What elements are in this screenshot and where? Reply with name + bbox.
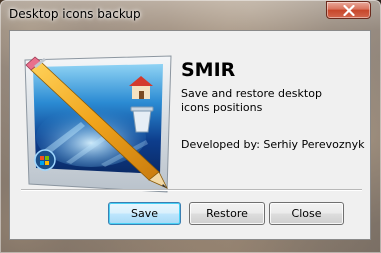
- dialog-window: Desktop icons backup SMIR Save and resto…: [0, 0, 381, 253]
- title-bar[interactable]: Desktop icons backup: [0, 0, 381, 30]
- app-logo-image: [24, 55, 172, 193]
- app-description: Save and restore desktop icons positions: [181, 87, 322, 114]
- save-button[interactable]: Save: [108, 202, 181, 225]
- app-name: SMIR: [181, 59, 236, 81]
- divider: [21, 189, 362, 191]
- restore-button[interactable]: Restore: [189, 202, 265, 225]
- developer-credit: Developed by: Serhiy Perevoznyk: [181, 138, 365, 151]
- window-close-button[interactable]: [326, 1, 371, 19]
- window-title: Desktop icons backup: [9, 7, 141, 21]
- dialog-content: SMIR Save and restore desktop icons posi…: [9, 30, 371, 240]
- close-icon: [343, 5, 355, 16]
- close-button[interactable]: Close: [269, 202, 344, 225]
